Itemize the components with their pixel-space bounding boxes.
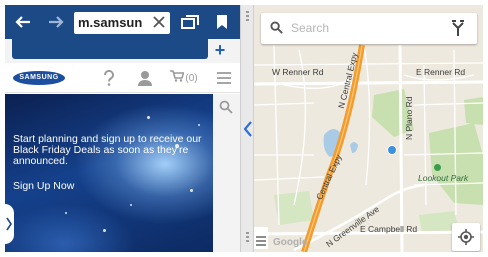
hamburger-icon [256,233,266,251]
road-label-w-renner: W Renner Rd [272,67,324,77]
grip-mark [246,232,249,234]
park-area [274,191,314,225]
n-plano-road [398,44,404,252]
current-location-marker [387,145,397,155]
map-pane[interactable]: Search W Renner Rd E Renner Rd N Central… [254,5,483,252]
close-icon[interactable] [151,14,167,30]
sparkle [198,124,200,126]
pond [350,142,358,153]
chevron-left-icon[interactable] [243,121,252,141]
screen: m.samsun + SAMSUNG (0) Start planning an… [5,5,483,252]
cart-count: (0) [185,72,198,84]
my-location-icon [458,229,474,250]
forward-arrow-icon[interactable] [43,5,69,39]
side-tab[interactable] [5,204,14,244]
map-menu-button[interactable] [254,227,268,249]
google-attribution: Google [273,237,308,248]
bookmark-icon[interactable] [210,5,234,39]
person-icon[interactable] [133,63,157,93]
search-icon [270,21,283,39]
tabs-icon[interactable] [178,5,202,39]
page-header-strip [12,39,208,59]
sign-up-link[interactable]: Sign Up Now [13,180,74,192]
park-marker[interactable] [434,164,441,171]
sparkle [190,189,193,192]
map-search-bar[interactable]: Search [261,13,477,44]
samsung-logo[interactable]: SAMSUNG [13,71,65,85]
sparkle [103,229,106,232]
park-area [464,97,483,125]
road-label-e-renner: E Renner Rd [416,67,466,77]
park-label-lookout: Lookout Park [418,173,469,183]
browser-pane: m.samsun + SAMSUNG (0) Start planning an… [5,5,240,252]
grip-mark [246,11,249,13]
grip-mark [246,240,249,242]
sparkle [147,116,150,119]
browser-toolbar: m.samsun [5,5,240,39]
promo-banner[interactable]: Start planning and sign up to receive ou… [5,94,213,252]
sparkle [130,204,132,206]
road-label-e-campbell: E Campbell Rd [360,224,418,234]
grip-mark [246,15,249,17]
search-icon[interactable] [219,100,233,119]
directions-icon[interactable] [451,20,465,41]
cart-icon [170,69,185,87]
cart-button[interactable]: (0) [167,63,201,93]
site-nav: SAMSUNG (0) [5,63,240,93]
url-field[interactable]: m.samsun [74,12,170,34]
my-location-button[interactable] [452,223,480,251]
url-text[interactable]: m.samsun [78,15,146,30]
question-icon[interactable] [97,63,121,93]
sparkle [65,212,67,214]
split-divider[interactable] [240,5,254,252]
grip-mark [246,236,249,238]
new-tab-button[interactable]: + [210,41,230,59]
road-label-n-plano: N Plano Rd [404,96,414,140]
promo-text: Start planning and sign up to receive ou… [13,133,202,167]
hamburger-icon[interactable] [212,63,236,93]
right-column [213,94,240,252]
grip-mark [246,19,249,21]
back-arrow-icon[interactable] [9,5,37,39]
search-input[interactable]: Search [291,21,329,35]
w-renner-road [254,80,483,86]
